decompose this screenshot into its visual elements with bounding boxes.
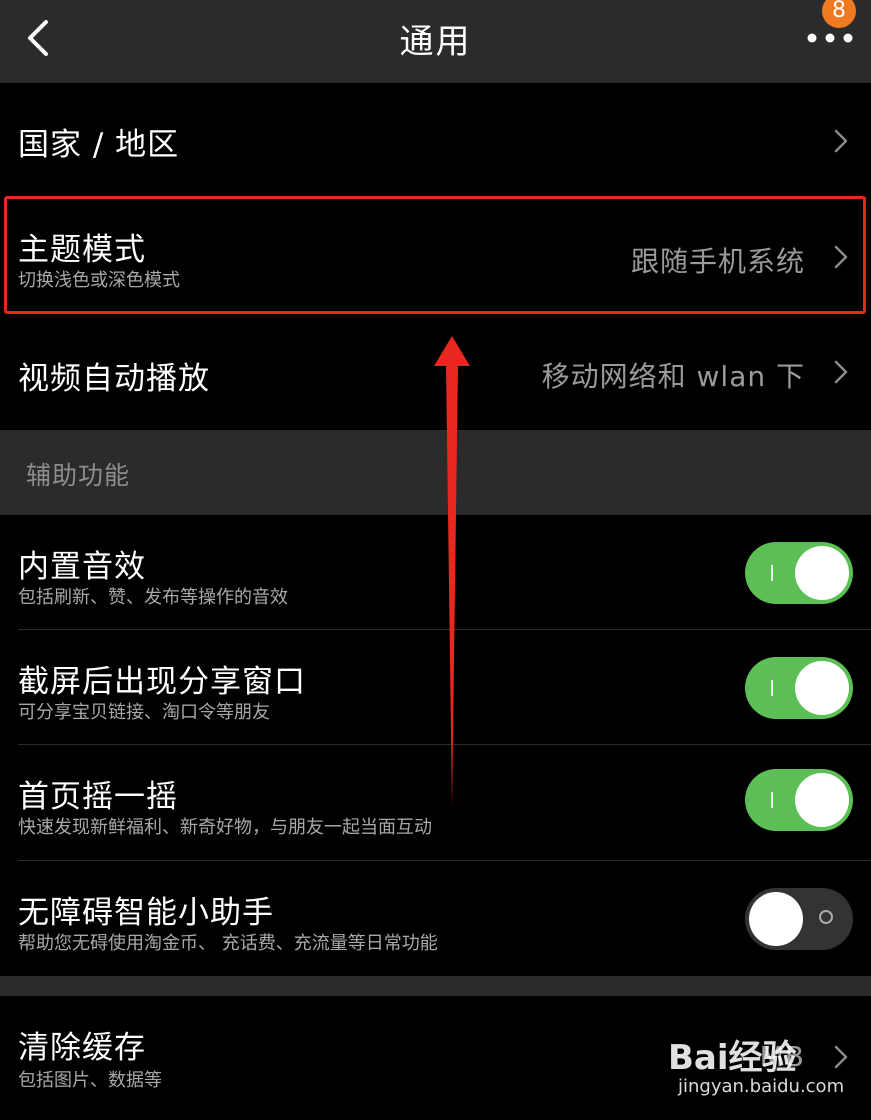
annotation-arrow-icon (434, 336, 470, 808)
watermark-logo: Bai经验 jingyan.baidu.com (668, 1024, 868, 1120)
watermark-url: jingyan.baidu.com (678, 1076, 845, 1097)
watermark-text: Bai经验 (668, 1038, 797, 1078)
